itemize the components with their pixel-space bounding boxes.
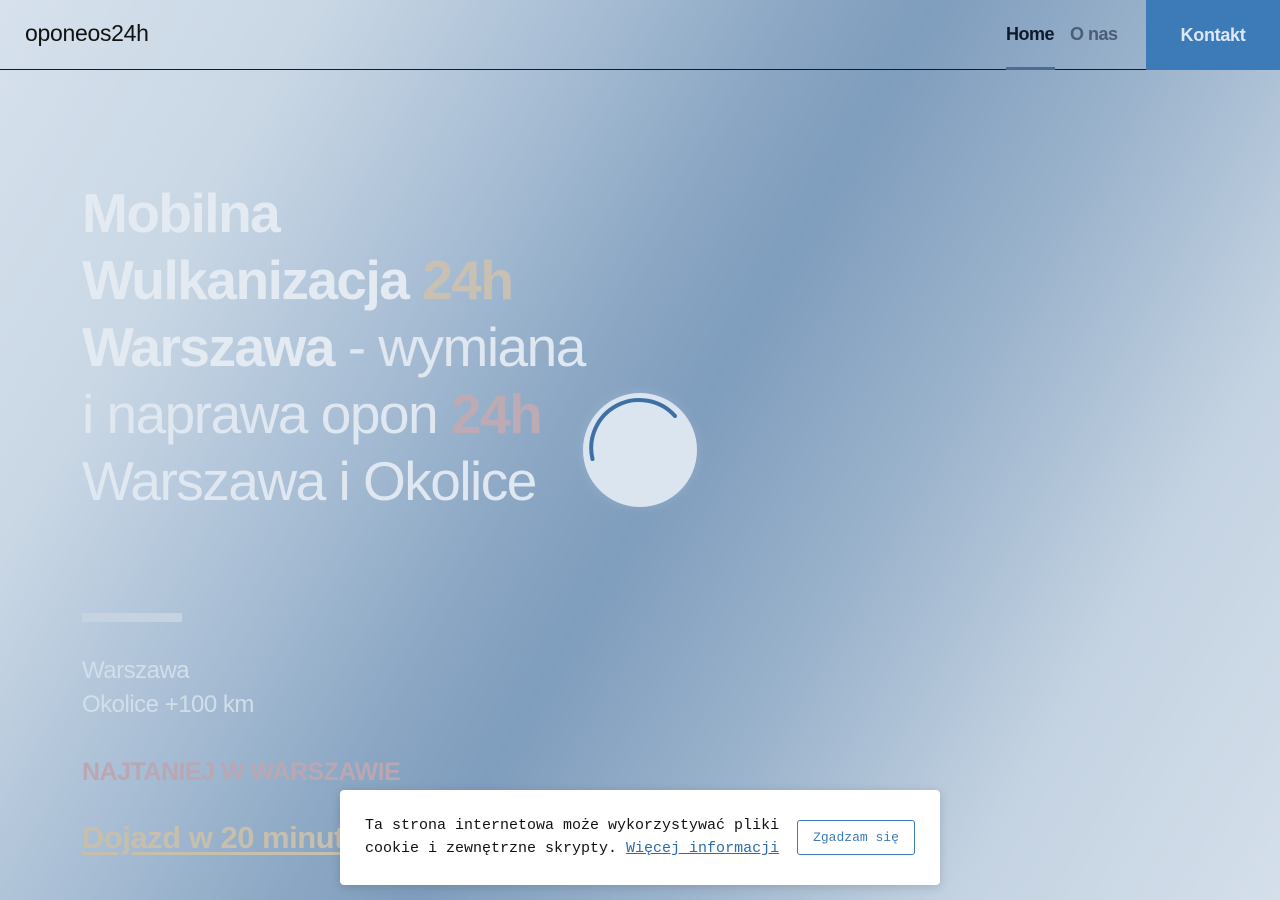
spinner-icon: [589, 398, 677, 461]
cookie-more-info-link[interactable]: Więcej informacji: [626, 840, 779, 857]
hero-wulkanizacja: Wulkanizacja: [82, 249, 410, 311]
arrival-time-link[interactable]: Dojazd w 20 minut: [82, 820, 344, 856]
nav-about-link[interactable]: O nas: [1070, 24, 1118, 45]
hero-24h-accent-1: 24h: [422, 249, 514, 311]
hero-line-4: i naprawa opon 24h: [82, 381, 642, 448]
hero-line-1: Mobilna: [82, 180, 642, 247]
hero-okolice: Warszawa i Okolice: [82, 450, 537, 512]
location-okolice: Okolice +100 km: [82, 691, 254, 718]
hero-line-2: Wulkanizacja 24h: [82, 247, 642, 314]
cookie-message: Ta strona internetowa może wykorzystywać…: [365, 814, 785, 860]
site-logo[interactable]: oponeos24h: [25, 20, 149, 47]
hero-24h-accent-2: 24h: [450, 383, 543, 445]
hero-naprawa-opon: i naprawa opon: [82, 383, 439, 445]
nav-active-indicator: [1006, 67, 1055, 70]
hero-mobilna: Mobilna: [82, 182, 281, 244]
hero-heading: Mobilna Wulkanizacja 24h Warszawa - wymi…: [82, 180, 642, 515]
nav-contact-button[interactable]: Kontakt: [1146, 0, 1280, 70]
cheapest-tagline: NAJTANIEJ W WARSZAWIE: [82, 758, 401, 786]
location-warszawa: Warszawa: [82, 657, 190, 684]
loading-spinner: [583, 393, 697, 507]
hero-line-5: Warszawa i Okolice: [82, 448, 642, 515]
hero-warszawa: Warszawa: [82, 316, 335, 378]
hero-wymiana: - wymiana: [333, 316, 587, 378]
hero-divider: [82, 613, 182, 622]
cookie-accept-button[interactable]: Zgadzam się: [797, 820, 915, 855]
site-header: oponeos24h Home O nas Kontakt: [0, 0, 1280, 70]
cookie-banner: Ta strona internetowa może wykorzystywać…: [340, 790, 940, 885]
nav-contact-label: Kontakt: [1180, 24, 1246, 45]
hero-line-3: Warszawa - wymiana: [82, 314, 642, 381]
nav-home-link[interactable]: Home: [1006, 24, 1055, 45]
